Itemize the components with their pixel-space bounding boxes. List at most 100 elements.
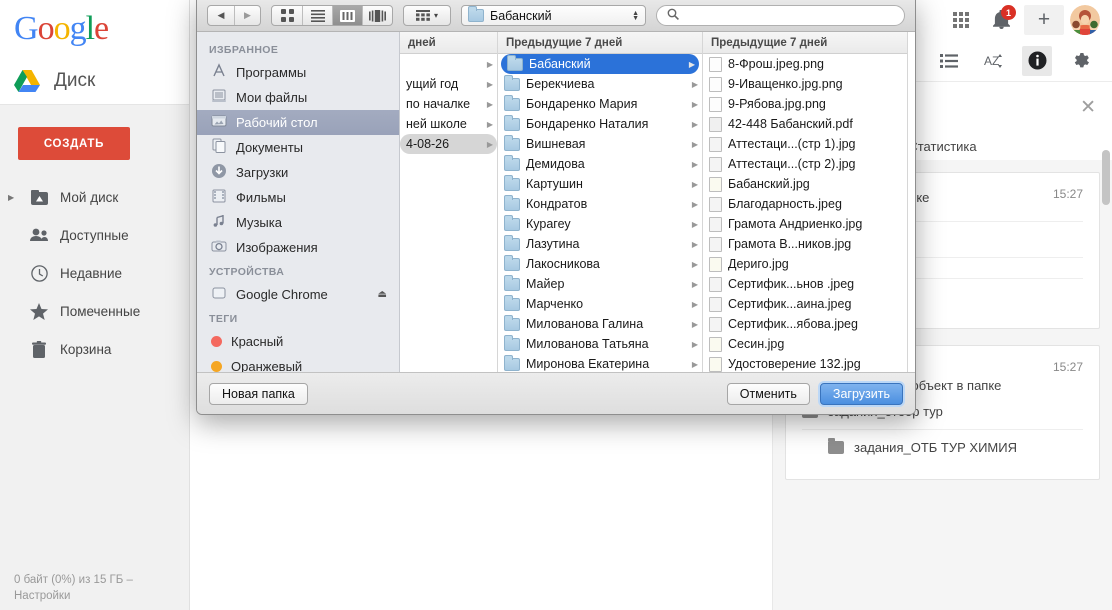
- list-item[interactable]: Сертифик...ябова.jpeg: [703, 314, 907, 334]
- folder-icon: [504, 354, 520, 371]
- list-item[interactable]: по началке ▶: [400, 94, 497, 114]
- column-item-label: Сертифик...аина.jpeg: [728, 297, 852, 311]
- column-list[interactable]: 8-Фрош.jpeg.png 9-Иващенко.jpg.png 9-Ряб…: [703, 54, 907, 372]
- chevron-right-icon: ▶: [691, 259, 698, 269]
- info-icon[interactable]: [1022, 45, 1052, 76]
- file-upload-dialog: ◀ ▶ ▾ Бабанский ▲ ▼ ИЗБРАННОЕ Программы …: [196, 0, 916, 415]
- list-item[interactable]: Бондаренко Наталия ▶: [498, 114, 702, 134]
- list-item[interactable]: Бондаренко Мария ▶: [498, 94, 702, 114]
- back-button[interactable]: ◀: [208, 6, 234, 25]
- sidebar-item-trash[interactable]: Корзина: [0, 330, 189, 368]
- sidebar-item-shared[interactable]: Доступные: [0, 216, 189, 254]
- sidebar-item-recent[interactable]: Недавние: [0, 254, 189, 292]
- list-item[interactable]: Благодарность.jpeg: [703, 194, 907, 214]
- list-item[interactable]: ▶: [400, 54, 497, 74]
- sidebar-item-my-files[interactable]: Мои файлы: [197, 85, 399, 110]
- sidebar-item-tag-orange[interactable]: Оранжевый: [197, 354, 399, 372]
- list-item[interactable]: Майер ▶: [498, 274, 702, 294]
- column-item-label: Вишневая: [526, 137, 586, 151]
- image-file-icon: [709, 236, 722, 252]
- list-item[interactable]: ней школе ▶: [400, 114, 497, 134]
- list-item[interactable]: Лазутина ▶: [498, 234, 702, 254]
- list-item[interactable]: Аттестаци...(стр 2).jpg: [703, 154, 907, 174]
- sidebar-item-applications[interactable]: Программы: [197, 60, 399, 85]
- list-item[interactable]: Миронова Екатерина ▶: [498, 354, 702, 372]
- sidebar-item-documents[interactable]: Документы: [197, 135, 399, 160]
- list-item[interactable]: Лакосникова ▶: [498, 254, 702, 274]
- action-grid-icon[interactable]: ▾: [404, 6, 450, 25]
- folder-icon: [504, 194, 520, 211]
- column-view-icon[interactable]: [332, 6, 362, 25]
- location-select[interactable]: Бабанский ▲ ▼: [461, 5, 646, 26]
- chevron-right-icon: ▶: [486, 139, 493, 149]
- sidebar-item-starred[interactable]: Помеченные: [0, 292, 189, 330]
- list-item[interactable]: Милованова Галина ▶: [498, 314, 702, 334]
- list-item[interactable]: ущий год ▶: [400, 74, 497, 94]
- close-icon[interactable]: ✕: [1080, 96, 1096, 119]
- sort-az-icon[interactable]: AZ: [978, 46, 1008, 76]
- sidebar-item-google-chrome[interactable]: Google Chrome ⏏: [197, 282, 399, 307]
- list-item[interactable]: Кондратов ▶: [498, 194, 702, 214]
- chevron-right-icon[interactable]: ▶: [8, 193, 18, 202]
- new-folder-button[interactable]: Новая папка: [209, 382, 308, 405]
- list-view-icon[interactable]: [934, 46, 964, 76]
- apps-grid-icon[interactable]: [944, 3, 978, 37]
- list-item[interactable]: Марченко ▶: [498, 294, 702, 314]
- list-item[interactable]: 4-08-26 ▶: [400, 134, 497, 154]
- list-item[interactable]: Грамота Андриенко.jpg: [703, 214, 907, 234]
- avatar[interactable]: [1070, 5, 1100, 35]
- list-item[interactable]: Дериго.jpg: [703, 254, 907, 274]
- sidebar-item-desktop[interactable]: Рабочий стол: [197, 110, 399, 135]
- list-item[interactable]: 9-Иващенко.jpg.png: [703, 74, 907, 94]
- list-item[interactable]: Аттестаци...(стр 1).jpg: [703, 134, 907, 154]
- activity-row[interactable]: задания_ОТБ ТУР ХИМИЯ: [802, 429, 1083, 465]
- list-item[interactable]: Курагеу ▶: [498, 214, 702, 234]
- eject-icon[interactable]: ⏏: [378, 289, 387, 300]
- list-item[interactable]: 9-Рябова.jpg.png: [703, 94, 907, 114]
- chevron-right-icon: ▶: [486, 59, 493, 69]
- sidebar-item-pictures[interactable]: Изображения: [197, 235, 399, 260]
- add-button[interactable]: +: [1024, 5, 1064, 35]
- forward-button[interactable]: ▶: [234, 6, 260, 25]
- list-item[interactable]: Грамота В...ников.jpg: [703, 234, 907, 254]
- upload-button[interactable]: Загрузить: [819, 382, 903, 405]
- list-item[interactable]: Милованова Татьяна ▶: [498, 334, 702, 354]
- list-item[interactable]: Вишневая ▶: [498, 134, 702, 154]
- list-item[interactable]: Бабанский ▶: [501, 54, 699, 74]
- list-item[interactable]: 8-Фрош.jpeg.png: [703, 54, 907, 74]
- column-item-label: Лакосникова: [526, 257, 600, 271]
- drive-product-header[interactable]: Диск: [0, 57, 189, 105]
- cancel-button[interactable]: Отменить: [726, 382, 810, 405]
- chevron-right-icon: ▶: [691, 319, 698, 329]
- create-button[interactable]: СОЗДАТЬ: [18, 127, 130, 160]
- sidebar-item-downloads[interactable]: Загрузки: [197, 160, 399, 185]
- search-box[interactable]: [656, 5, 905, 26]
- list-item[interactable]: Сесин.jpg: [703, 334, 907, 354]
- column-item-label: Бондаренко Наталия: [526, 117, 649, 131]
- sidebar-item-tag-red[interactable]: Красный: [197, 329, 399, 354]
- music-icon: [211, 213, 227, 232]
- list-item[interactable]: Удостоверение 132.jpg: [703, 354, 907, 372]
- list-item[interactable]: Демидова ▶: [498, 154, 702, 174]
- list-item[interactable]: Сертифик...аина.jpeg: [703, 294, 907, 314]
- sidebar-item-my-drive[interactable]: ▶ Мой диск: [0, 178, 189, 216]
- search-input[interactable]: [685, 8, 894, 23]
- column-list[interactable]: ▶ ущий год ▶ по началке ▶ ней школе ▶ 4-08-…: [400, 54, 497, 372]
- bell-icon[interactable]: 1: [984, 3, 1018, 37]
- settings-gear-icon[interactable]: [1066, 46, 1096, 76]
- google-logo[interactable]: Google: [14, 11, 109, 46]
- list-item[interactable]: Бабанский.jpg: [703, 174, 907, 194]
- list-item[interactable]: 42-448 Бабанский.pdf: [703, 114, 907, 134]
- sidebar-item-movies[interactable]: Фильмы: [197, 185, 399, 210]
- list-view-icon[interactable]: [302, 6, 332, 25]
- column-list[interactable]: Бабанский ▶ Берекчиева ▶ Бондаренко Мария ▶…: [498, 54, 702, 372]
- sidebar-item-music[interactable]: Музыка: [197, 210, 399, 235]
- panel-scrollbar[interactable]: [1102, 150, 1110, 205]
- column-item-label: Майер: [526, 277, 565, 291]
- icon-view-icon[interactable]: [272, 6, 302, 25]
- coverflow-view-icon[interactable]: [362, 6, 392, 25]
- list-item[interactable]: Сертифик...ьнов .jpeg: [703, 274, 907, 294]
- list-item[interactable]: Картушин ▶: [498, 174, 702, 194]
- list-item[interactable]: Берекчиева ▶: [498, 74, 702, 94]
- settings-link[interactable]: Настройки: [14, 588, 184, 604]
